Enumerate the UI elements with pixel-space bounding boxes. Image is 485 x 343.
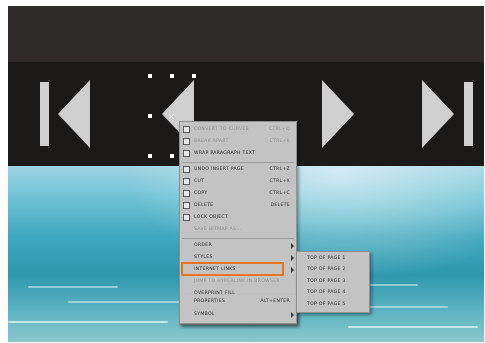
submenu-item-top-of-page-5[interactable]: TOP OF PAGE 5	[297, 298, 369, 312]
submenu-arrow-icon	[291, 243, 294, 249]
selection-handle[interactable]	[148, 74, 152, 78]
undo-icon	[183, 166, 190, 173]
highlight-box	[181, 262, 284, 276]
break-apart-icon	[183, 138, 190, 145]
menu-item-wrap-paragraph-text[interactable]: WRAP PARAGRAPH TEXT	[180, 147, 296, 161]
scissors-icon	[183, 178, 190, 185]
wrap-text-icon	[183, 150, 190, 157]
submenu-arrow-icon	[291, 312, 294, 318]
submenu-arrow-icon	[291, 267, 294, 273]
lock-icon	[183, 214, 190, 221]
submenu-arrow-icon	[291, 255, 294, 261]
selection-handle[interactable]	[170, 74, 174, 78]
selection-handle[interactable]	[148, 114, 152, 118]
selection-handle[interactable]	[170, 154, 174, 158]
curves-icon	[183, 126, 190, 133]
last-page-button[interactable]	[418, 76, 478, 156]
selection-handle[interactable]	[148, 154, 152, 158]
next-icon	[322, 80, 354, 148]
first-page-button[interactable]	[38, 76, 98, 156]
menu-item-symbol[interactable]: SYMBOL	[180, 308, 296, 322]
copy-icon	[183, 190, 190, 197]
skip-to-first-icon	[40, 80, 90, 148]
menu-item-save-bitmap[interactable]: SAVE BITMAP AS...	[180, 223, 296, 237]
delete-icon	[183, 202, 190, 209]
skip-to-last-icon	[422, 80, 473, 148]
top-band	[8, 6, 484, 62]
context-menu-tail: PROPERTIES ALT+ENTER SYMBOL	[179, 295, 297, 324]
next-page-button[interactable]	[314, 76, 374, 156]
selection-handle[interactable]	[192, 74, 196, 78]
menu-item-properties[interactable]: PROPERTIES ALT+ENTER	[180, 295, 296, 309]
center-marker: ×	[168, 112, 175, 121]
internet-links-submenu: TOP OF PAGE 1 TOP OF PAGE 2 TOP OF PAGE …	[296, 251, 370, 313]
